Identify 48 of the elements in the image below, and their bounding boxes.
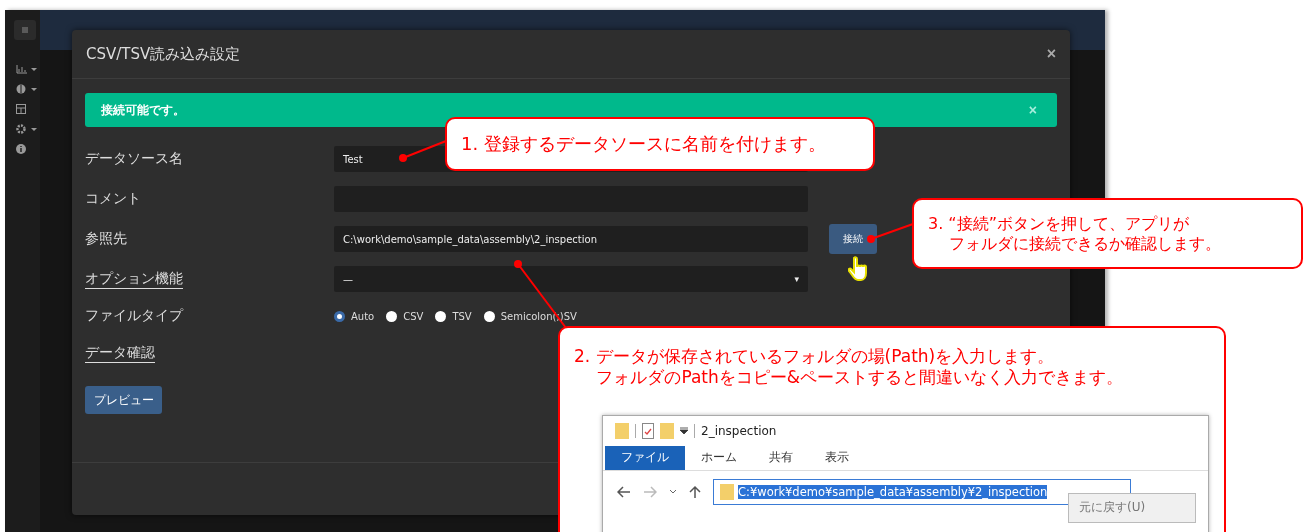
chart-icon[interactable]	[16, 64, 38, 74]
folder-icon	[615, 422, 629, 439]
checklist-icon[interactable]	[642, 422, 654, 439]
radio-button[interactable]	[386, 310, 398, 322]
field-label: 参照先	[85, 230, 128, 248]
radio-button[interactable]	[334, 310, 345, 322]
radio-button[interactable]	[435, 310, 447, 322]
radio-label: CSV	[403, 310, 424, 322]
callout-text: フォルダに接続できるか確認します。	[948, 233, 1223, 254]
connect-button[interactable]: 接続	[829, 224, 877, 254]
preview-button[interactable]: プレビュー	[85, 386, 162, 414]
table-icon[interactable]	[16, 104, 26, 114]
caret-icon: ▾	[794, 274, 799, 284]
dropdown-icon[interactable]	[680, 426, 688, 435]
dialog-title: CSV/TSV読み込み設定	[86, 44, 241, 64]
callout-text: フォルダのPathをコピー&ペーストすると間違いなく入力できます。	[595, 367, 1124, 389]
callout-text: 3. “接続”ボタンを押して、アプリが	[928, 213, 1190, 234]
radio-label: TSV	[452, 310, 472, 322]
hand-cursor-icon	[848, 256, 870, 282]
info-icon[interactable]	[16, 144, 26, 154]
back-icon[interactable]	[617, 485, 631, 498]
window-title: 2_inspection	[701, 423, 777, 438]
input-field[interactable]: C:\work\demo\sample_data\assembly\2_inspection	[334, 226, 808, 252]
radio-button[interactable]	[483, 310, 495, 322]
section-label: データ確認	[85, 344, 156, 362]
close-button[interactable]: ×	[1044, 45, 1058, 63]
field-label: コメント	[85, 190, 142, 208]
address-text: C:¥work¥demo¥sample_data¥assembly¥2_inspection	[738, 484, 1048, 499]
settings-icon[interactable]	[16, 124, 38, 134]
up-icon[interactable]	[689, 484, 701, 499]
select-field[interactable]: — ▾	[334, 266, 808, 292]
radio-option[interactable]: CSV	[386, 310, 424, 322]
field-label: データソース名	[85, 150, 184, 168]
radio-label: Auto	[351, 310, 375, 322]
field-value: Test	[343, 153, 363, 165]
radio-option[interactable]: TSV	[435, 310, 472, 322]
chevron-down-icon[interactable]	[669, 488, 677, 495]
ribbon-tab[interactable]: ファイル	[605, 445, 685, 470]
alert-message: 接続可能です。	[101, 101, 185, 119]
folder-icon	[720, 483, 734, 500]
field-value: —	[343, 273, 353, 285]
radio-option[interactable]: Auto	[334, 310, 375, 322]
callout-text: 2. データが保存されているフォルダの場(Path)を入力します。	[574, 346, 1056, 368]
field-value: C:\work\demo\sample_data\assembly\2_inspection	[343, 233, 597, 245]
globe-icon[interactable]	[16, 84, 38, 94]
field-label: ファイルタイプ	[85, 307, 185, 325]
callout-text: 1. 登録するデータソースに名前を付けます。	[461, 132, 827, 156]
field-label[interactable]: オプション機能	[85, 270, 334, 288]
